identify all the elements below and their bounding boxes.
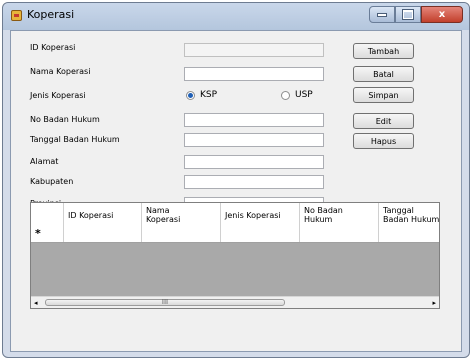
- grid-cell[interactable]: [142, 228, 221, 242]
- scroll-left-icon[interactable]: ◂: [34, 299, 38, 307]
- grid-cell[interactable]: [379, 228, 439, 242]
- nama-koperasi-field[interactable]: [184, 67, 324, 81]
- kabupaten-label: Kabupaten: [30, 177, 74, 186]
- no-badan-hukum-label: No Badan Hukum: [30, 115, 100, 124]
- hapus-button[interactable]: Hapus: [353, 133, 414, 149]
- title-bar[interactable]: Koperasi x: [3, 3, 469, 30]
- koperasi-window: Koperasi x ID Koperasi Nama Koperasi Jen…: [2, 2, 470, 358]
- close-button[interactable]: x: [421, 6, 463, 23]
- close-icon: x: [438, 9, 446, 20]
- tambah-button[interactable]: Tambah: [353, 43, 414, 59]
- window-title: Koperasi: [27, 8, 75, 21]
- maximize-icon: [402, 9, 414, 20]
- ksp-radio[interactable]: [186, 91, 195, 100]
- minimize-button[interactable]: [369, 6, 395, 23]
- scrollbar-thumb[interactable]: III: [45, 299, 285, 306]
- grid-cell[interactable]: [221, 228, 300, 242]
- ksp-radio-label: KSP: [200, 90, 218, 100]
- alamat-field[interactable]: [184, 155, 324, 169]
- tanggal-badan-hukum-field[interactable]: [184, 133, 324, 147]
- batal-button[interactable]: Batal: [353, 66, 414, 82]
- nama-koperasi-label: Nama Koperasi: [30, 67, 91, 76]
- no-badan-hukum-field[interactable]: [184, 113, 324, 127]
- column-header-no-badan-hukum[interactable]: No Badan Hukum: [300, 203, 379, 228]
- jenis-koperasi-label: Jenis Koperasi: [30, 91, 86, 100]
- grid-cell[interactable]: [64, 228, 142, 242]
- usp-radio-label: USP: [295, 90, 313, 100]
- column-header-nama-koperasi[interactable]: Nama Koperasi: [142, 203, 221, 228]
- grid-new-row[interactable]: *: [31, 227, 439, 243]
- app-icon: [11, 10, 22, 21]
- edit-button[interactable]: Edit: [353, 113, 414, 129]
- row-header-corner: [31, 203, 64, 228]
- column-header-id-koperasi[interactable]: ID Koperasi: [64, 203, 142, 228]
- simpan-button[interactable]: Simpan: [353, 87, 414, 103]
- minimize-icon: [377, 12, 387, 17]
- horizontal-scrollbar[interactable]: ◂ III ▸: [31, 296, 439, 308]
- usp-radio[interactable]: [281, 91, 290, 100]
- new-row-star-icon: *: [35, 227, 41, 240]
- maximize-button[interactable]: [395, 6, 421, 23]
- id-koperasi-label: ID Koperasi: [30, 43, 76, 52]
- koperasi-data-grid[interactable]: ID Koperasi Nama Koperasi Jenis Koperasi…: [30, 202, 440, 309]
- id-koperasi-field[interactable]: [184, 43, 324, 57]
- new-row-header[interactable]: *: [31, 227, 64, 242]
- column-header-tanggal-badan-hukum[interactable]: Tanggal Badan Hukum: [379, 203, 439, 228]
- grid-header-row: ID Koperasi Nama Koperasi Jenis Koperasi…: [31, 203, 439, 229]
- scroll-right-icon[interactable]: ▸: [432, 299, 436, 307]
- tanggal-badan-hukum-label: Tanggal Badan Hukum: [30, 135, 120, 144]
- kabupaten-field[interactable]: [184, 175, 324, 189]
- column-header-jenis-koperasi[interactable]: Jenis Koperasi: [221, 203, 300, 228]
- window-controls: x: [369, 6, 463, 23]
- alamat-label: Alamat: [30, 157, 59, 166]
- grid-cell[interactable]: [300, 228, 379, 242]
